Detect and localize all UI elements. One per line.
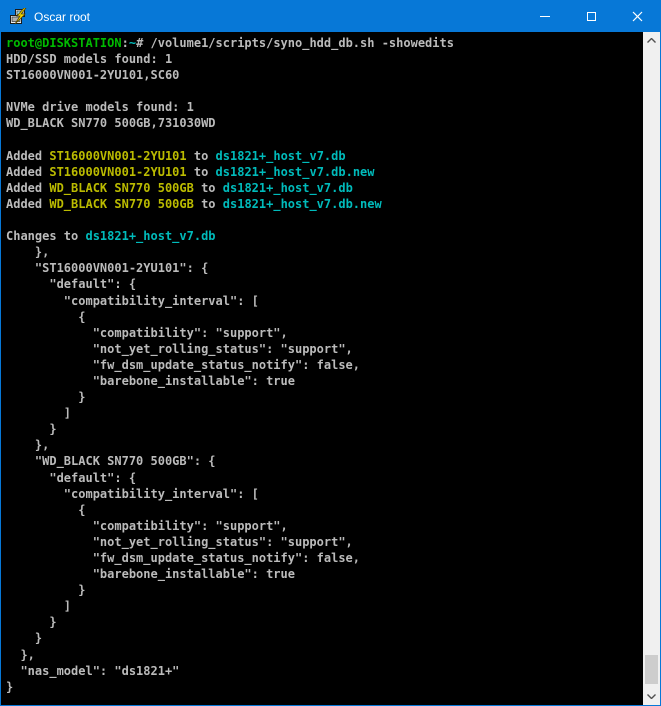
terminal-line: Added ST16000VN001-2YU101 to ds1821+_hos…: [6, 164, 643, 180]
terminal-line: },: [6, 244, 643, 260]
terminal-line: }: [6, 614, 643, 630]
terminal-line: {: [6, 309, 643, 325]
terminal-line: }: [6, 679, 643, 695]
close-button[interactable]: [614, 1, 660, 32]
terminal-output[interactable]: root@DISKSTATION:~# /volume1/scripts/syn…: [1, 32, 643, 705]
terminal-line: WD_BLACK SN770 500GB,731030WD: [6, 115, 643, 131]
terminal-line: root@DISKSTATION:~# /volume1/scripts/syn…: [6, 35, 643, 51]
title-bar[interactable]: Oscar root: [1, 1, 660, 32]
maximize-button[interactable]: [568, 1, 614, 32]
scrollbar[interactable]: [643, 32, 660, 705]
terminal-line: {: [6, 502, 643, 518]
terminal-line: Added WD_BLACK SN770 500GB to ds1821+_ho…: [6, 196, 643, 212]
terminal-line: "barebone_installable": true: [6, 373, 643, 389]
terminal-line: "fw_dsm_update_status_notify": false,: [6, 550, 643, 566]
terminal-line: "ST16000VN001-2YU101": {: [6, 260, 643, 276]
window-title: Oscar root: [34, 10, 90, 24]
minimize-button[interactable]: [522, 1, 568, 32]
terminal-line: [6, 212, 643, 228]
terminal-line: "compatibility_interval": [: [6, 293, 643, 309]
terminal-line: "fw_dsm_update_status_notify": false,: [6, 357, 643, 373]
close-icon: [632, 11, 643, 22]
terminal-line: "compatibility": "support",: [6, 325, 643, 341]
terminal-line: "WD_BLACK SN770 500GB": {: [6, 453, 643, 469]
terminal-line: ]: [6, 598, 643, 614]
terminal-line: },: [6, 647, 643, 663]
scrollbar-thumb[interactable]: [645, 655, 658, 684]
terminal-line: "barebone_installable": true: [6, 566, 643, 582]
terminal-line: [6, 132, 643, 148]
terminal-line: "default": {: [6, 276, 643, 292]
terminal-line: "compatibility_interval": [: [6, 486, 643, 502]
terminal-line: NVMe drive models found: 1: [6, 99, 643, 115]
terminal-line: "compatibility": "support",: [6, 518, 643, 534]
putty-window: Oscar root root@DISKSTATION:~# /volume1/…: [0, 0, 661, 706]
terminal-line: }: [6, 389, 643, 405]
terminal-line: }: [6, 421, 643, 437]
terminal-line: Added WD_BLACK SN770 500GB to ds1821+_ho…: [6, 180, 643, 196]
minimize-icon: [540, 16, 550, 17]
scroll-up-button[interactable]: [643, 32, 660, 49]
terminal-line: },: [6, 437, 643, 453]
scroll-up-icon: [647, 38, 656, 43]
terminal-line: "nas_model": "ds1821+": [6, 663, 643, 679]
terminal-line: Added ST16000VN001-2YU101 to ds1821+_hos…: [6, 148, 643, 164]
terminal-line: "default": {: [6, 470, 643, 486]
terminal-line: "not_yet_rolling_status": "support",: [6, 534, 643, 550]
terminal-line: ]: [6, 405, 643, 421]
terminal-line: "not_yet_rolling_status": "support",: [6, 341, 643, 357]
scroll-down-button[interactable]: [643, 688, 660, 705]
window-controls: [522, 1, 660, 32]
client-area: root@DISKSTATION:~# /volume1/scripts/syn…: [1, 32, 660, 705]
putty-icon: [9, 8, 29, 26]
terminal-line: HDD/SSD models found: 1: [6, 51, 643, 67]
scroll-down-icon: [647, 694, 656, 699]
terminal-line: }: [6, 630, 643, 646]
terminal-line: Changes to ds1821+_host_v7.db: [6, 228, 643, 244]
terminal-line: }: [6, 582, 643, 598]
terminal-line: [6, 83, 643, 99]
terminal-line: ST16000VN001-2YU101,SC60: [6, 67, 643, 83]
maximize-icon: [587, 12, 596, 21]
